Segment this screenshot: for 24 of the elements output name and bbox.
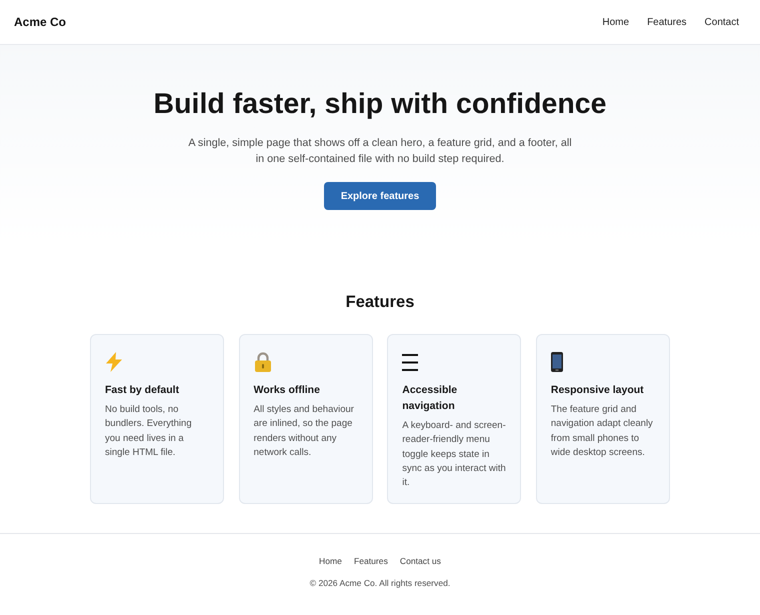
menu-icon [402, 354, 418, 371]
card-title: Works offline [254, 383, 320, 398]
card-text: The feature grid and navigation adapt cleanly from small phones to wide desktop screens. [550, 403, 654, 460]
card-text: No build tools, no bundlers. Everything you need lives in a single HTML file. [105, 403, 193, 460]
copyright-text: © 2026 Acme Co. All rights reserved. [310, 577, 450, 590]
card-text: All styles and behaviour are inlined, so the page renders without any network calls. [254, 403, 355, 460]
card-title: Responsive layout [550, 383, 644, 398]
nav-link[interactable]: Home [602, 16, 630, 28]
phone-icon [550, 352, 563, 372]
hero-title: Build faster, ship with confidence [154, 87, 606, 121]
hero-subtitle: A single, simple page that shows off a clean hero, a feature grid, and a footer, all in one self-contained file with no build step required. [187, 136, 573, 167]
section-heading: Features [346, 292, 414, 312]
card-title: Fast by default [105, 383, 180, 398]
footer-link[interactable]: Features [354, 555, 388, 568]
lightning-icon [105, 352, 123, 372]
footer-link[interactable]: Home [319, 555, 342, 568]
explore-button[interactable]: Explore features [324, 182, 436, 210]
nav-link[interactable]: Features [647, 16, 687, 28]
card-title: Accessible navigation [402, 383, 458, 414]
site-logo[interactable]: Acme Co [14, 15, 66, 29]
nav-link[interactable]: Contact [704, 16, 739, 28]
padlock-icon [254, 352, 272, 372]
footer-link[interactable]: Contact us [400, 555, 441, 568]
card-text: A keyboard- and screen-reader-friendly menu toggle keeps state in sync as you interact with it. [402, 419, 506, 490]
